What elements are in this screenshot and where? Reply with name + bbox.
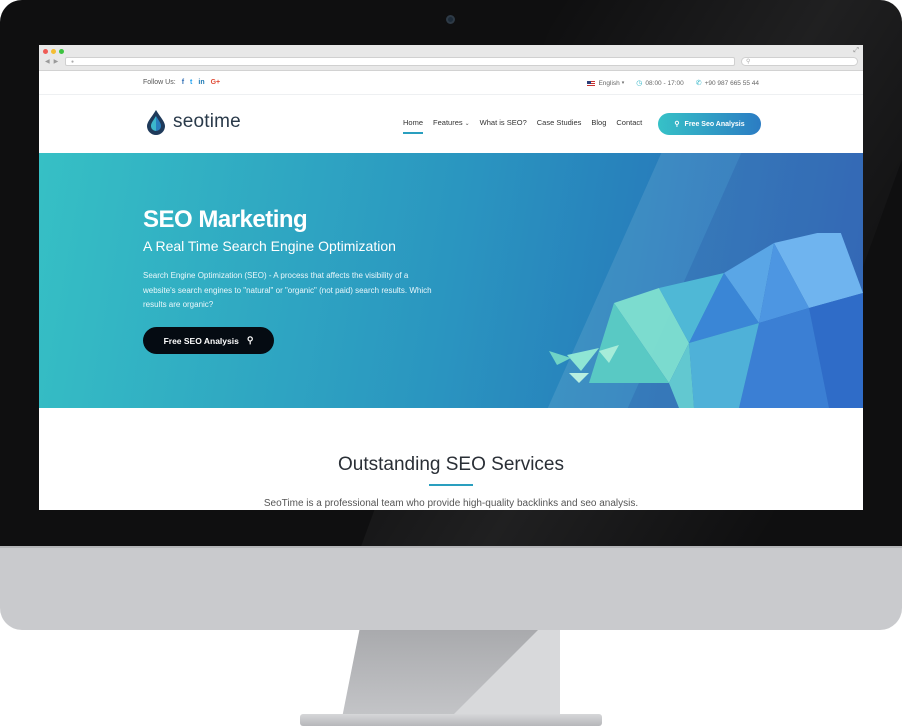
flag-icon — [587, 80, 596, 86]
free-seo-analysis-header-button[interactable]: ⚲ Free Seo Analysis — [658, 113, 761, 135]
top-info-bar: Follow Us: f t in G+ English ▾ ◷ 08:00 -… — [39, 71, 863, 95]
chevron-down-icon: ▾ — [621, 80, 625, 86]
hero-subtitle: A Real Time Search Engine Optimization — [143, 238, 396, 254]
chevron-down-icon: ⌄ — [464, 121, 470, 127]
nav-home[interactable]: Home — [403, 118, 424, 134]
nav-contact[interactable]: Contact — [616, 118, 642, 127]
linkedin-icon[interactable]: in — [198, 79, 204, 86]
language-selector[interactable]: English ▾ — [587, 79, 624, 87]
phone-icon: ✆ — [695, 80, 702, 87]
monitor-bezel: ◀▶ ● ⚲ ⤢ Follow Us: f t in G+ English ▾ — [0, 0, 902, 546]
stand-foot — [300, 714, 602, 726]
nav-features[interactable]: Features ⌄ — [433, 118, 470, 127]
services-title: Outstanding SEO Services — [338, 454, 564, 475]
services-divider — [429, 484, 473, 486]
hero-button-label: Free SEO Analysis — [163, 335, 239, 346]
follow-label: Follow Us: — [143, 79, 176, 86]
main-navigation: Home Features ⌄ What is SEO? Case Studies… — [403, 118, 652, 134]
hours-text: 08:00 - 17:00 — [645, 79, 684, 87]
search-icon: ⚲ — [746, 59, 751, 65]
google-plus-icon[interactable]: G+ — [211, 79, 221, 86]
nav-case-studies[interactable]: Case Studies — [537, 118, 582, 127]
logo-text: seotime — [173, 111, 241, 132]
phone-number[interactable]: ✆ +90 987 665 55 44 — [695, 79, 759, 88]
site-header: seotime Home Features ⌄ What is SEO? Case… — [39, 96, 863, 153]
hero-description: Search Engine Optimization (SEO) - A pro… — [143, 271, 432, 309]
close-window-icon[interactable] — [43, 49, 48, 54]
maximize-window-icon[interactable] — [59, 49, 64, 54]
nav-what-is-seo[interactable]: What is SEO? — [480, 118, 527, 127]
clock-icon: ◷ — [636, 80, 643, 87]
browser-search-field[interactable]: ⚲ — [741, 57, 858, 66]
contact-info: English ▾ ◷ 08:00 - 17:00 ✆ +90 987 665 … — [575, 79, 759, 87]
address-bar[interactable]: ● — [65, 57, 735, 66]
free-seo-analysis-button[interactable]: Free SEO Analysis ⚲ — [143, 327, 274, 354]
search-icon: ⚲ — [674, 121, 680, 128]
webcam-icon — [446, 15, 455, 24]
screen: ◀▶ ● ⚲ ⤢ Follow Us: f t in G+ English ▾ — [39, 45, 863, 510]
browser-toolbar: ◀▶ ● ⚲ ⤢ — [39, 45, 863, 71]
facebook-icon[interactable]: f — [182, 79, 184, 86]
services-description: SeoTime is a professional team who provi… — [263, 498, 639, 509]
cta-label: Free Seo Analysis — [684, 120, 745, 128]
hero-banner: SEO Marketing A Real Time Search Engine … — [39, 153, 863, 408]
water-drop-logo-icon — [145, 109, 167, 135]
nav-blog[interactable]: Blog — [591, 118, 606, 127]
monitor-stand — [300, 630, 602, 726]
business-hours: ◷ 08:00 - 17:00 — [636, 79, 684, 88]
monitor-chin — [0, 546, 902, 630]
logo[interactable]: seotime — [145, 109, 241, 135]
follow-us: Follow Us: f t in G+ — [143, 79, 220, 86]
twitter-icon[interactable]: t — [190, 79, 192, 86]
minimize-window-icon[interactable] — [51, 49, 56, 54]
back-forward-icon[interactable]: ◀▶ — [45, 58, 62, 65]
fullscreen-icon[interactable]: ⤢ — [853, 47, 859, 55]
phone-text: +90 987 665 55 44 — [704, 79, 759, 87]
language-label: English — [598, 79, 620, 87]
search-icon: ⚲ — [246, 335, 254, 345]
low-poly-shape-illustration — [549, 233, 863, 408]
page-icon: ● — [71, 59, 75, 65]
hero-title: SEO Marketing — [143, 206, 308, 233]
nav-features-label: Features — [433, 118, 463, 127]
